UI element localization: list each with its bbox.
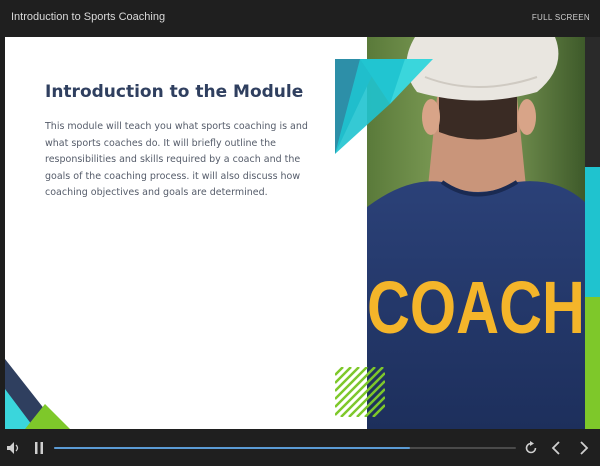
decorative-corner — [5, 359, 70, 429]
progress-fill — [54, 447, 410, 449]
replay-icon[interactable] — [524, 441, 538, 455]
next-icon[interactable] — [579, 441, 589, 455]
course-player: Introduction to Sports Coaching FULL SCR… — [0, 0, 600, 466]
progress-bar[interactable] — [54, 447, 516, 449]
course-title: Introduction to Sports Coaching — [11, 11, 166, 23]
slide-body-text: This module will teach you what sports c… — [45, 121, 308, 198]
player-controls — [0, 429, 600, 466]
fullscreen-button[interactable]: FULL SCREEN — [532, 13, 590, 22]
slide-heading: Introduction to the Module — [45, 82, 304, 102]
decorative-triangles — [335, 59, 433, 154]
pause-icon[interactable] — [34, 442, 44, 454]
shirt-text: COACH — [367, 266, 585, 349]
top-bar: Introduction to Sports Coaching FULL SCR… — [0, 0, 600, 37]
previous-icon[interactable] — [551, 441, 561, 455]
decorative-hatch — [335, 367, 385, 417]
slide: COACH Introduction to the Module This mo… — [5, 37, 585, 429]
volume-icon[interactable] — [7, 442, 21, 454]
side-color-strip — [585, 37, 600, 429]
